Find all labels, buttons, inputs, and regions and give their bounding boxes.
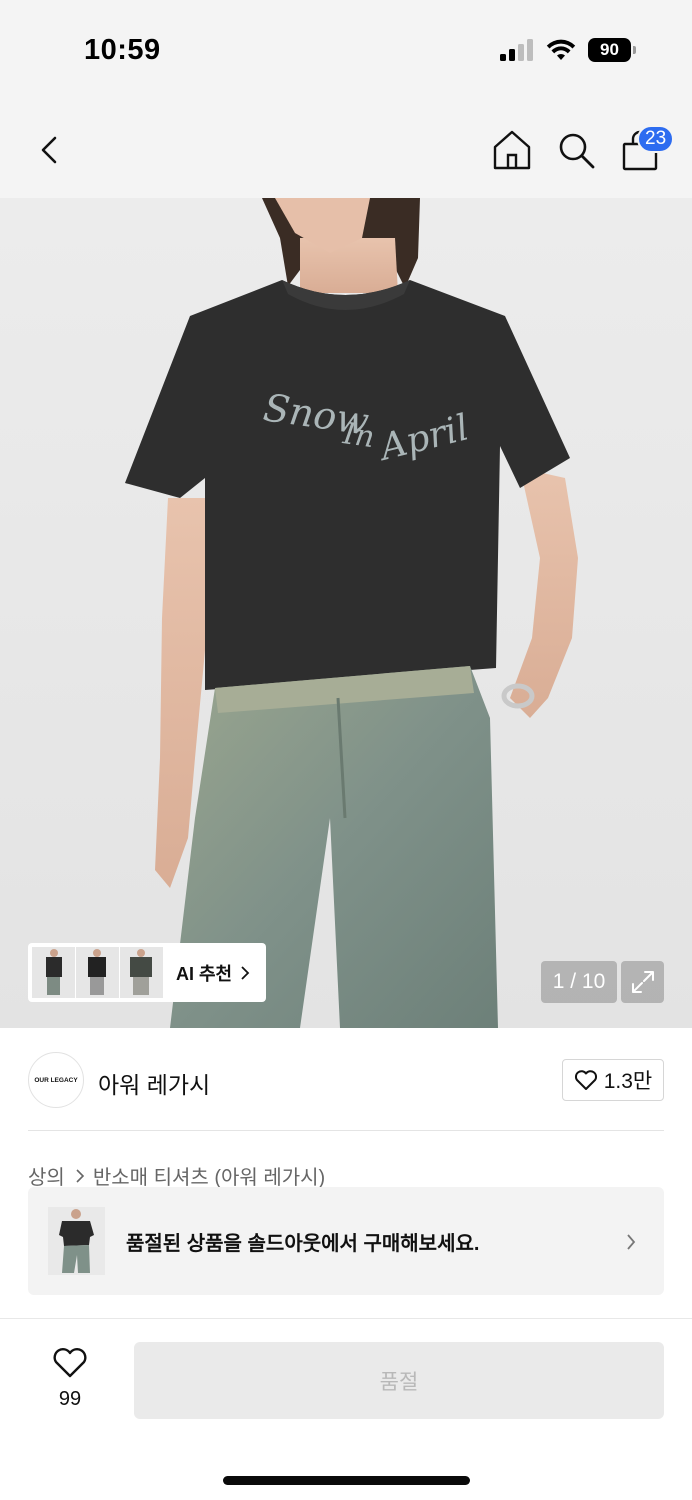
wishlist-button[interactable]: 99 <box>48 1347 92 1411</box>
bottom-action-bar: 99 품절 <box>0 1318 692 1500</box>
expand-icon <box>631 971 654 993</box>
buy-button[interactable]: 품절 <box>134 1342 664 1419</box>
ai-thumbnail <box>76 947 119 998</box>
soldout-banner[interactable]: 품절된 상품을 솔드아웃에서 구매해보세요. <box>28 1187 664 1295</box>
heart-icon <box>53 1348 87 1378</box>
battery-indicator: 90 <box>588 38 636 62</box>
status-bar: 10:59 90 <box>0 0 692 100</box>
status-icons: 90 <box>500 38 636 62</box>
ai-thumbnail <box>120 947 163 998</box>
home-icon[interactable] <box>492 128 532 172</box>
battery-level: 90 <box>588 38 631 62</box>
heart-icon <box>574 1070 597 1090</box>
status-time: 10:59 <box>84 34 161 66</box>
chevron-right-icon <box>627 1234 636 1250</box>
breadcrumb: 상의 반소매 티셔츠 (아워 레가시) <box>28 1161 325 1190</box>
image-page-counter: 1 / 10 <box>541 961 617 1003</box>
ai-recommend-label: AI 추천 <box>176 963 233 984</box>
divider <box>28 1130 664 1131</box>
brand-like-button[interactable]: 1.3만 <box>562 1059 664 1101</box>
soldout-message: 품절된 상품을 솔드아웃에서 구매해보세요. <box>126 1233 480 1255</box>
breadcrumb-category[interactable]: 상의 <box>28 1161 65 1190</box>
wishlist-count: 99 <box>58 1388 82 1410</box>
chevron-right-icon <box>241 965 250 980</box>
cellular-signal-icon <box>500 39 533 61</box>
svg-text:In: In <box>340 416 377 455</box>
cart-count-badge: 23 <box>637 125 675 153</box>
chevron-left-icon[interactable] <box>32 130 68 170</box>
brand-like-count: 1.3만 <box>603 1070 653 1093</box>
chevron-right-icon <box>76 1168 84 1183</box>
nav-bar <box>0 100 692 198</box>
brand-logo[interactable]: OUR LEGACY <box>28 1052 84 1108</box>
ai-thumbnail <box>32 947 75 998</box>
home-indicator <box>223 1476 470 1485</box>
breadcrumb-subcategory[interactable]: 반소매 티셔츠 (아워 레가시) <box>93 1161 325 1190</box>
brand-row[interactable]: OUR LEGACY 아워 레가시 1.3만 <box>28 1052 664 1110</box>
brand-name[interactable]: 아워 레가시 <box>98 1066 210 1100</box>
product-photo: Snow In April <box>125 198 578 1028</box>
wifi-icon <box>546 39 576 60</box>
expand-button[interactable] <box>621 961 664 1003</box>
product-image[interactable]: Snow In April <box>0 198 692 1028</box>
soldout-thumbnail <box>48 1207 105 1275</box>
search-icon[interactable] <box>556 130 596 170</box>
ai-recommend-chip[interactable]: AI 추천 <box>28 943 266 1002</box>
